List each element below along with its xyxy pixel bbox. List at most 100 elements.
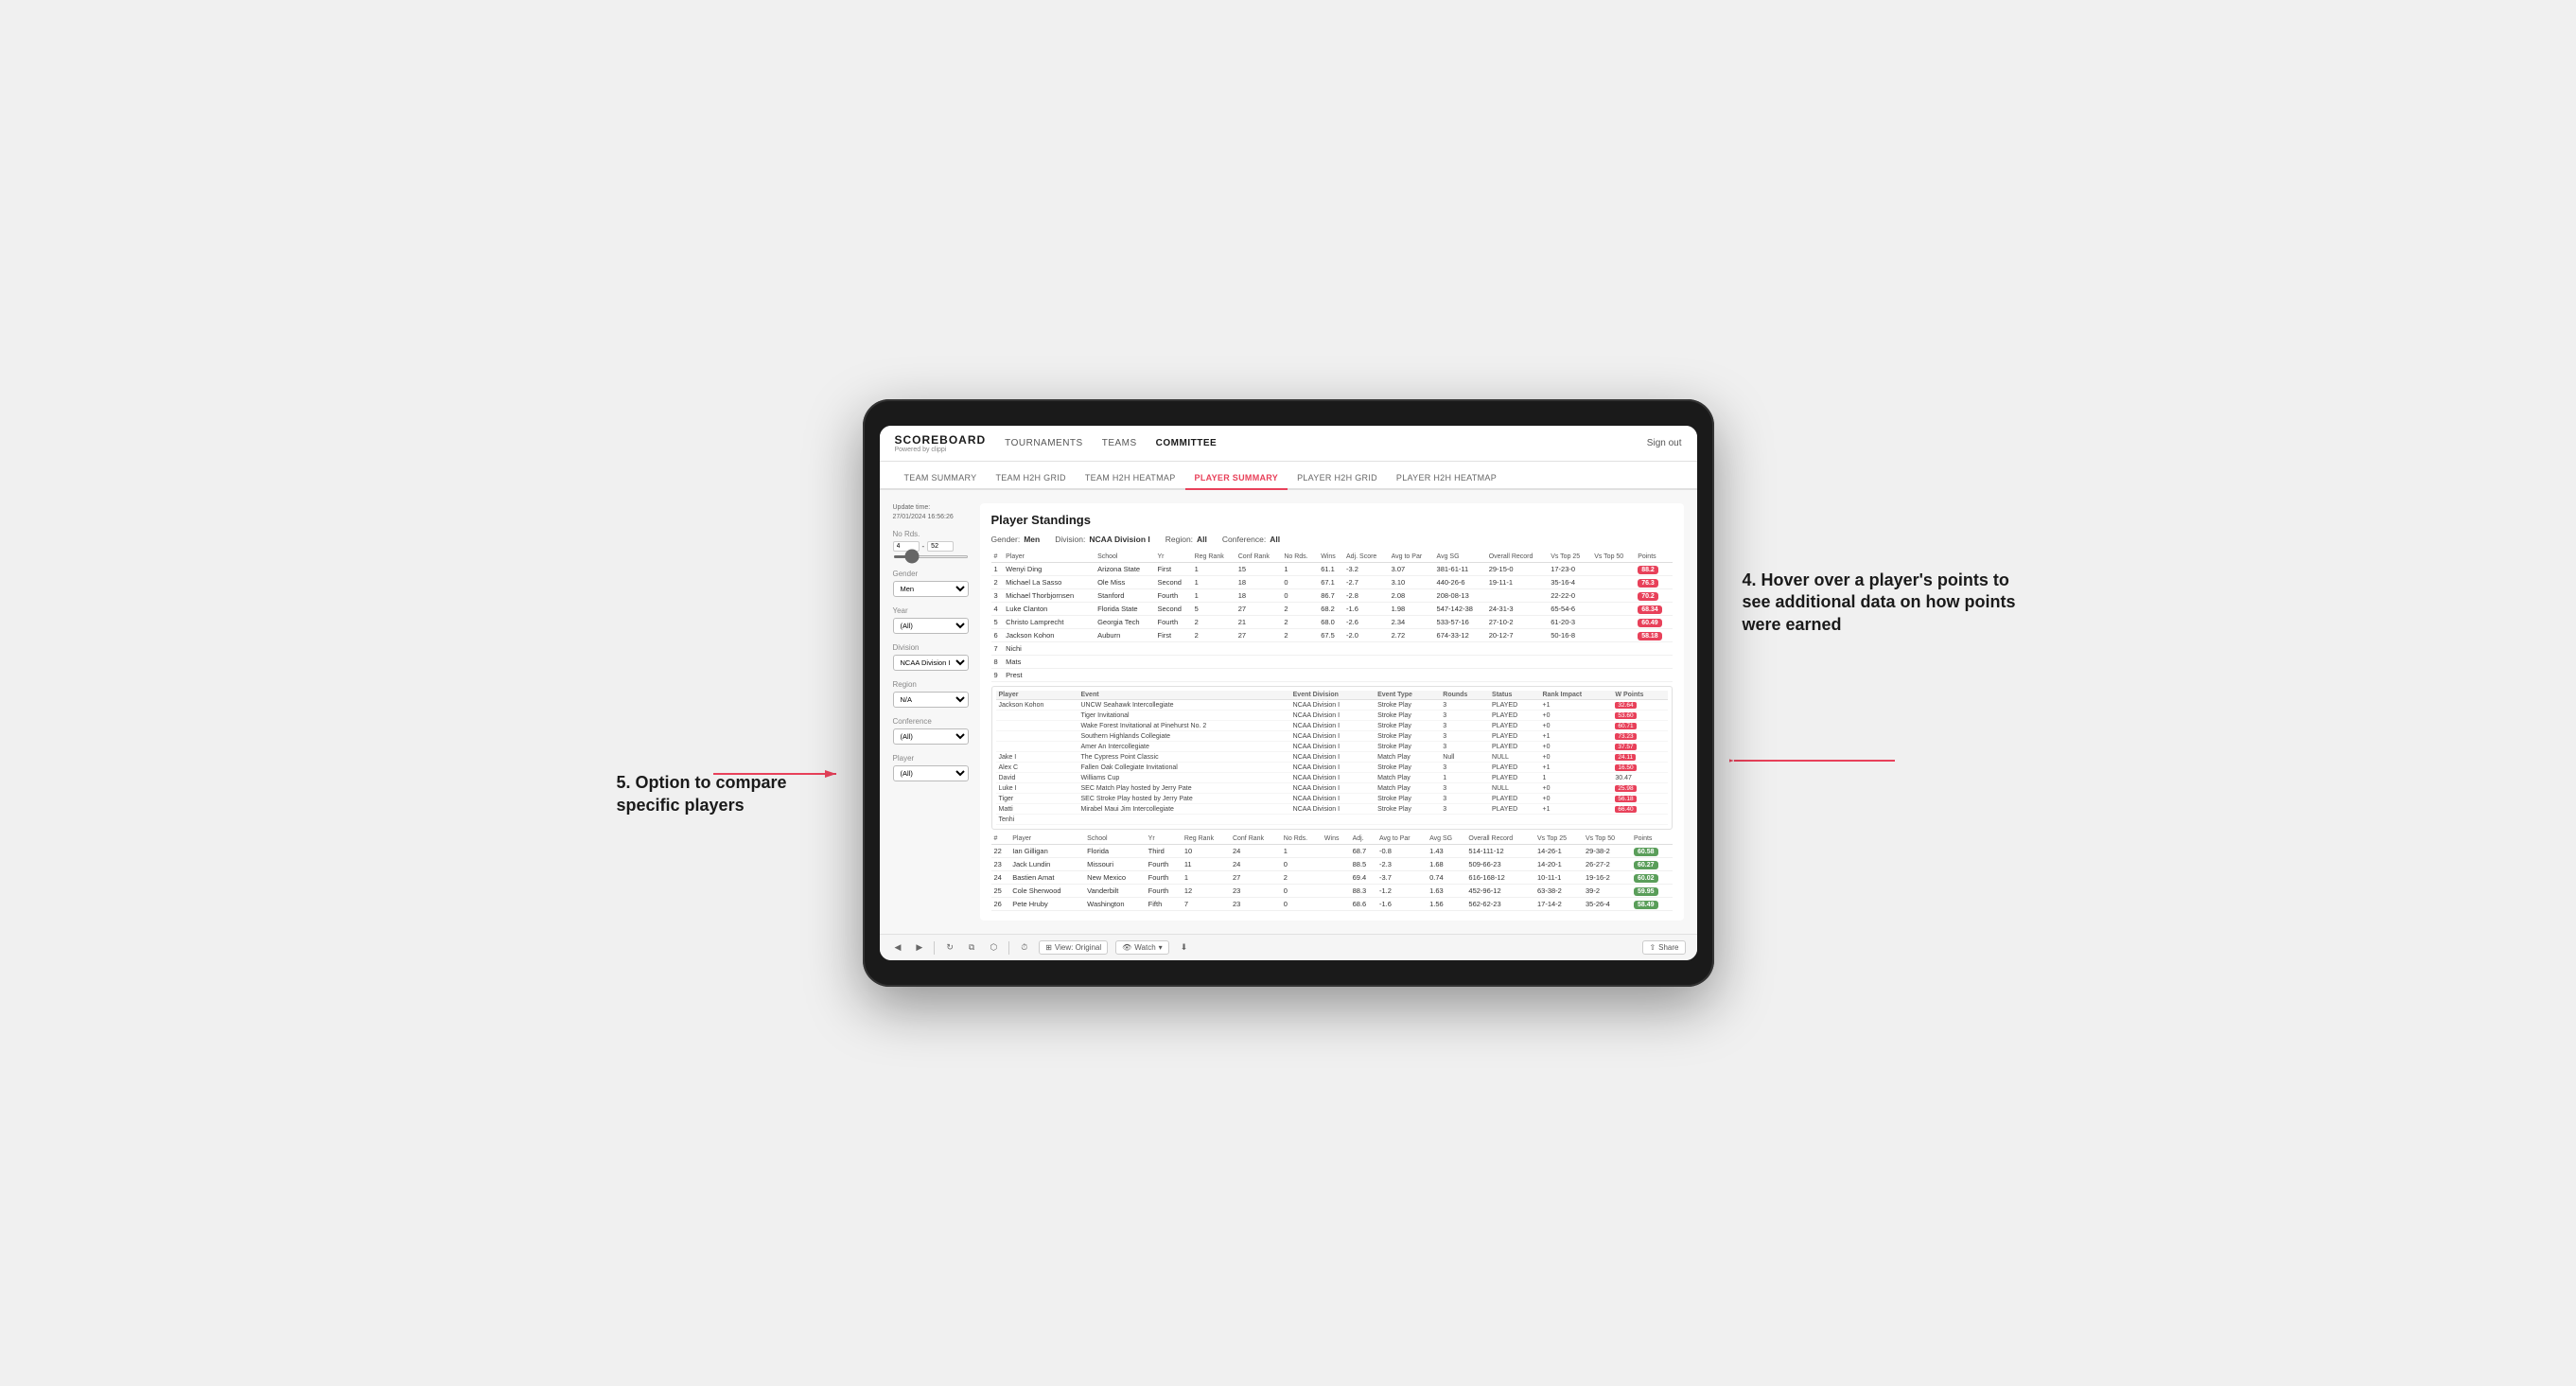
- region-select[interactable]: N/A All: [893, 692, 969, 708]
- tab-player-h2h-heatmap[interactable]: PLAYER H2H HEATMAP: [1387, 467, 1506, 490]
- detail-cell-impact: +0: [1539, 711, 1612, 721]
- detail-cell-status: PLAYED: [1489, 700, 1539, 711]
- cell-points[interactable]: 58.18: [1635, 629, 1672, 642]
- export-button[interactable]: ⬡: [986, 940, 1001, 955]
- cell-vs25: 50-16-8: [1548, 629, 1591, 642]
- player-select[interactable]: (All): [893, 765, 969, 781]
- table-row[interactable]: 8 Mats: [991, 656, 1673, 669]
- cell-points[interactable]: 60.58: [1631, 845, 1673, 858]
- table-row[interactable]: 5 Christo Lamprecht Georgia Tech Fourth …: [991, 616, 1673, 629]
- cell-reg-rank: 1: [1192, 589, 1235, 603]
- table-row[interactable]: 1 Wenyi Ding Arizona State First 1 15 1 …: [991, 563, 1673, 576]
- year-label: Year: [893, 606, 969, 615]
- view-original-button[interactable]: ⊞ View: Original: [1039, 940, 1108, 955]
- cell-points[interactable]: [1635, 656, 1672, 669]
- table-row[interactable]: 2 Michael La Sasso Ole Miss Second 1 18 …: [991, 576, 1673, 589]
- copy-button[interactable]: ⧉: [965, 940, 978, 955]
- table-row[interactable]: 22 Ian Gilligan Florida Third 10 24 1 68…: [991, 845, 1673, 858]
- cell-points[interactable]: 60.02: [1631, 871, 1673, 885]
- cell-adj: [1343, 656, 1389, 669]
- table-row[interactable]: 3 Michael Thorbjornsen Stanford Fourth 1…: [991, 589, 1673, 603]
- detail-cell-type: Stroke Play: [1375, 804, 1440, 815]
- table-row[interactable]: 24 Bastien Amat New Mexico Fourth 1 27 2…: [991, 871, 1673, 885]
- share-button[interactable]: ⇧ Share: [1642, 940, 1685, 955]
- cell-conf-rank: 15: [1235, 563, 1282, 576]
- table-row[interactable]: 7 Nichi: [991, 642, 1673, 656]
- w-points-badge: 24.11: [1615, 754, 1636, 761]
- detail-cell-event: Southern Highlands Collegiate: [1078, 731, 1289, 742]
- detail-cell-div: NCAA Division I: [1290, 721, 1375, 731]
- detail-cell-player: [996, 711, 1078, 721]
- cell-school: Georgia Tech: [1095, 616, 1154, 629]
- detail-cell-div: NCAA Division I: [1290, 742, 1375, 752]
- table-row[interactable]: 9 Prest: [991, 669, 1673, 682]
- cell-adj: 69.4: [1350, 871, 1376, 885]
- points-badge: 58.49: [1634, 901, 1658, 909]
- cell-asg: 547-142-38: [1434, 603, 1486, 616]
- tab-team-summary[interactable]: TEAM SUMMARY: [895, 467, 987, 490]
- nav-tournaments[interactable]: TOURNAMENTS: [1005, 436, 1083, 450]
- table-row[interactable]: 4 Luke Clanton Florida State Second 5 27…: [991, 603, 1673, 616]
- tab-team-h2h-grid[interactable]: TEAM H2H GRID: [986, 467, 1075, 490]
- right-arrow-icon: [1729, 751, 1900, 770]
- table-row[interactable]: 26 Pete Hruby Washington Fifth 7 23 0 68…: [991, 898, 1673, 911]
- table-row[interactable]: 25 Cole Sherwood Vanderbilt Fourth 12 23…: [991, 885, 1673, 898]
- w-points-badge: 16.50: [1615, 764, 1636, 771]
- gender-select[interactable]: Men Women: [893, 581, 969, 597]
- tab-team-h2h-heatmap[interactable]: TEAM H2H HEATMAP: [1076, 467, 1185, 490]
- cell-points[interactable]: 60.27: [1631, 858, 1673, 871]
- forward-button[interactable]: ▶: [912, 940, 926, 955]
- tab-player-summary[interactable]: PLAYER SUMMARY: [1185, 467, 1288, 490]
- cell-points[interactable]: 70.2: [1635, 589, 1672, 603]
- cell-atp: 1.98: [1389, 603, 1434, 616]
- detail-col-wpoints: W Points: [1612, 691, 1667, 700]
- detail-col-division: Event Division: [1290, 691, 1375, 700]
- cell-adj: 68.6: [1350, 898, 1376, 911]
- cell-conf-rank: 27: [1235, 603, 1282, 616]
- watch-button[interactable]: 👁 Watch ▾: [1115, 940, 1169, 955]
- cell-points[interactable]: 88.2: [1635, 563, 1672, 576]
- nav-committee[interactable]: COMMITTEE: [1156, 436, 1218, 450]
- refresh-button[interactable]: ↻: [942, 940, 957, 955]
- cell-overall: [1486, 669, 1548, 682]
- player-label: Player: [893, 754, 969, 763]
- cell-school: Vanderbilt: [1084, 885, 1146, 898]
- cell-points[interactable]: 68.34: [1635, 603, 1672, 616]
- cell-asg: 208-08-13: [1434, 589, 1486, 603]
- cell-no-rds: [1281, 656, 1318, 669]
- cell-points[interactable]: 76.3: [1635, 576, 1672, 589]
- year-select[interactable]: (All) 2024 2023: [893, 618, 969, 634]
- sign-out-button[interactable]: Sign out: [1647, 438, 1682, 448]
- cell-vs50: 29-38-2: [1583, 845, 1631, 858]
- nav-teams[interactable]: TEAMS: [1102, 436, 1137, 450]
- table-row[interactable]: 6 Jackson Kohon Auburn First 2 27 2 67.5…: [991, 629, 1673, 642]
- cell-vs25: [1548, 669, 1591, 682]
- cell-points[interactable]: 60.49: [1635, 616, 1672, 629]
- download-button[interactable]: ⬇: [1177, 940, 1192, 955]
- standings-table: # Player School Yr Reg Rank Conf Rank No…: [991, 552, 1673, 682]
- conference-select[interactable]: (All): [893, 728, 969, 745]
- no-rds-slider[interactable]: [893, 555, 969, 558]
- cell-num: 7: [991, 642, 1004, 656]
- detail-col-impact: Rank Impact: [1539, 691, 1612, 700]
- back-button[interactable]: ◀: [891, 940, 905, 955]
- table-row[interactable]: 23 Jack Lundin Missouri Fourth 11 24 0 8…: [991, 858, 1673, 871]
- cell-atp: [1389, 669, 1434, 682]
- tab-player-h2h-grid[interactable]: PLAYER H2H GRID: [1288, 467, 1387, 490]
- cell-overall: 19-11-1: [1486, 576, 1548, 589]
- clock-button[interactable]: ⏱: [1017, 940, 1031, 955]
- cell-points[interactable]: [1635, 642, 1672, 656]
- cell-points[interactable]: 58.49: [1631, 898, 1673, 911]
- cell-asg: 1.68: [1427, 858, 1465, 871]
- detail-cell-rounds: [1440, 815, 1489, 825]
- cell-points[interactable]: 59.95: [1631, 885, 1673, 898]
- cell-points[interactable]: [1635, 669, 1672, 682]
- detail-cell-event: Fallen Oak Collegiate Invitational: [1078, 763, 1289, 773]
- cell-vs50: [1591, 669, 1635, 682]
- cell-reg-rank: [1192, 669, 1235, 682]
- cell-no-rds: 1: [1281, 563, 1318, 576]
- detail-cell-impact: +1: [1539, 763, 1612, 773]
- detail-cell-player: [996, 721, 1078, 731]
- no-rds-section: No Rds. -: [893, 530, 969, 560]
- division-select[interactable]: NCAA Division I NCAA Division II NCAA Di…: [893, 655, 969, 671]
